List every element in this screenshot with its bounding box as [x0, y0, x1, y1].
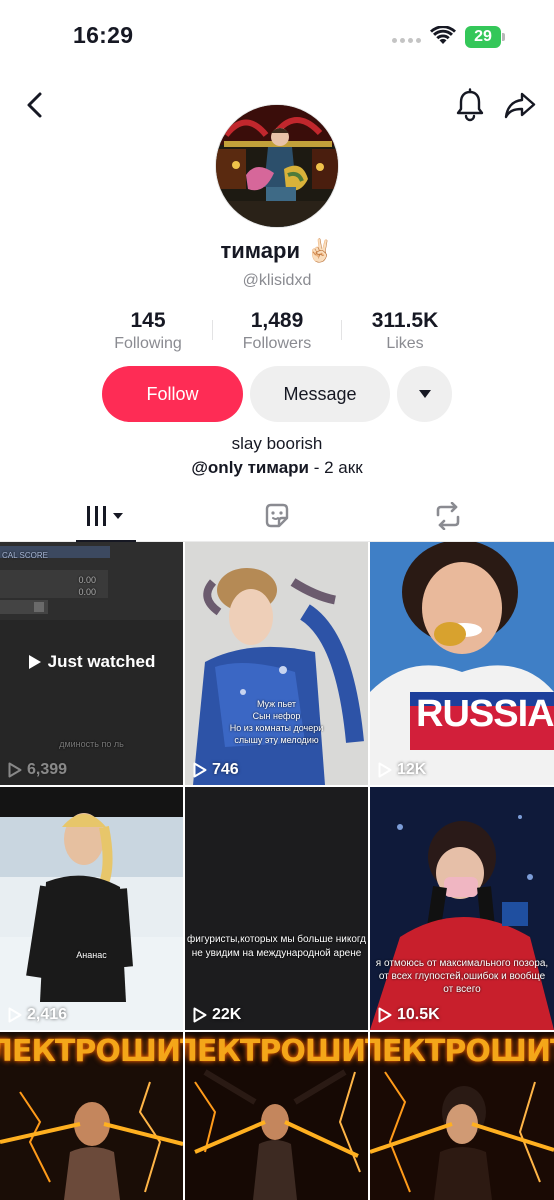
video-banner-title: ЛЕКТРОШИТО	[0, 1034, 183, 1069]
tab-tagged[interactable]	[185, 490, 369, 542]
video-caption: Муж пьет Сын нефор Но из комнаты дочери …	[229, 699, 324, 745]
stat-followers[interactable]: 1,489 Followers	[212, 309, 342, 353]
view-count: 746	[193, 761, 239, 779]
play-icon	[193, 762, 207, 778]
stat-value: 311.5K	[371, 309, 439, 332]
view-count: 2,416	[8, 1006, 67, 1024]
repost-icon	[436, 502, 460, 530]
video-caption: фигуристы,которых мы больше никогд не ув…	[187, 934, 366, 959]
video-thumbnail[interactable]: фигуристы,которых мы больше никогд не ув…	[185, 787, 368, 1030]
just-watched-label: Just watched	[0, 652, 183, 672]
battery-level: 29	[474, 28, 492, 45]
video-thumbnail[interactable]: Муж пьет Сын нефор Но из комнаты дочери …	[185, 542, 368, 785]
video-caption: я отмоюсь от максимального позора, от вс…	[375, 958, 549, 995]
stat-value: 145	[130, 309, 166, 332]
bio-line-2: @only тимари - 2 акк	[0, 458, 554, 478]
play-icon	[8, 762, 22, 778]
back-arrow-icon[interactable]	[20, 90, 50, 120]
username: @klisidxd	[242, 272, 312, 289]
video-caption: Ананас	[76, 950, 107, 960]
profile-avatar[interactable]	[215, 104, 339, 228]
video-caption: дминость по ль	[59, 739, 124, 749]
video-thumbnail[interactable]: RUSSIA 12K	[370, 542, 554, 785]
stat-label: Followers	[242, 335, 312, 352]
play-icon	[378, 1007, 392, 1023]
bio-text-rest: - 2 акк	[309, 458, 363, 477]
status-bar: 16:29 29	[0, 0, 554, 76]
tagged-icon	[265, 503, 289, 528]
message-button[interactable]: Message	[250, 366, 390, 422]
cellular-signal-icon	[392, 38, 421, 43]
follow-button[interactable]: Follow	[102, 366, 243, 422]
stat-value: 1,489	[250, 309, 304, 332]
status-time: 16:29	[73, 22, 134, 48]
dropdown-icon	[418, 390, 431, 398]
view-count: 22K	[193, 1006, 241, 1024]
bio-text: slay boorish	[231, 434, 323, 453]
video-thumbnail[interactable]: ЛЕКТРОШИТО	[0, 1032, 183, 1200]
video-thumbnail[interactable]: ЛЕКТРОШИТО	[370, 1032, 554, 1200]
display-name: тимари ✌🏻	[220, 238, 334, 263]
video-banner-title: ЛЕКТРОШИТО	[370, 1034, 554, 1069]
battery-icon: 29	[465, 26, 505, 48]
play-icon	[193, 1007, 207, 1023]
stat-following[interactable]: 145 Following	[83, 309, 213, 353]
video-thumbnail[interactable]: CAL SCORE 0.00 0.00 дминость по ль Just …	[0, 542, 183, 785]
suggested-accounts-button[interactable]	[397, 366, 452, 422]
stat-label: Following	[114, 335, 182, 352]
video-thumbnail[interactable]: ЛЕКТРОШИТО	[185, 1032, 368, 1200]
wifi-icon	[430, 26, 456, 44]
tab-reposts[interactable]	[356, 490, 540, 542]
stat-likes[interactable]: 311.5K Likes	[340, 309, 470, 353]
play-icon	[28, 655, 41, 669]
bio-mention-link[interactable]: @only тимари	[191, 458, 309, 477]
stat-label: Likes	[386, 335, 424, 352]
play-icon	[378, 762, 392, 778]
tab-videos[interactable]	[14, 490, 198, 542]
profile-tabs	[0, 490, 554, 542]
grid-icon	[87, 506, 123, 526]
video-banner-title: ЛЕКТРОШИТО	[185, 1034, 368, 1069]
play-icon	[8, 1007, 22, 1023]
view-count: 10.5K	[378, 1006, 440, 1024]
share-icon[interactable]	[504, 90, 536, 120]
view-count: 12K	[378, 761, 426, 779]
bell-icon[interactable]	[454, 88, 486, 122]
video-thumbnail[interactable]: Ананас 2,416	[0, 787, 183, 1030]
view-count: 6,399	[8, 761, 67, 779]
video-thumbnail[interactable]: я отмоюсь от максимального позора, от вс…	[370, 787, 554, 1030]
video-grid: CAL SCORE 0.00 0.00 дминость по ль Just …	[0, 542, 554, 1200]
